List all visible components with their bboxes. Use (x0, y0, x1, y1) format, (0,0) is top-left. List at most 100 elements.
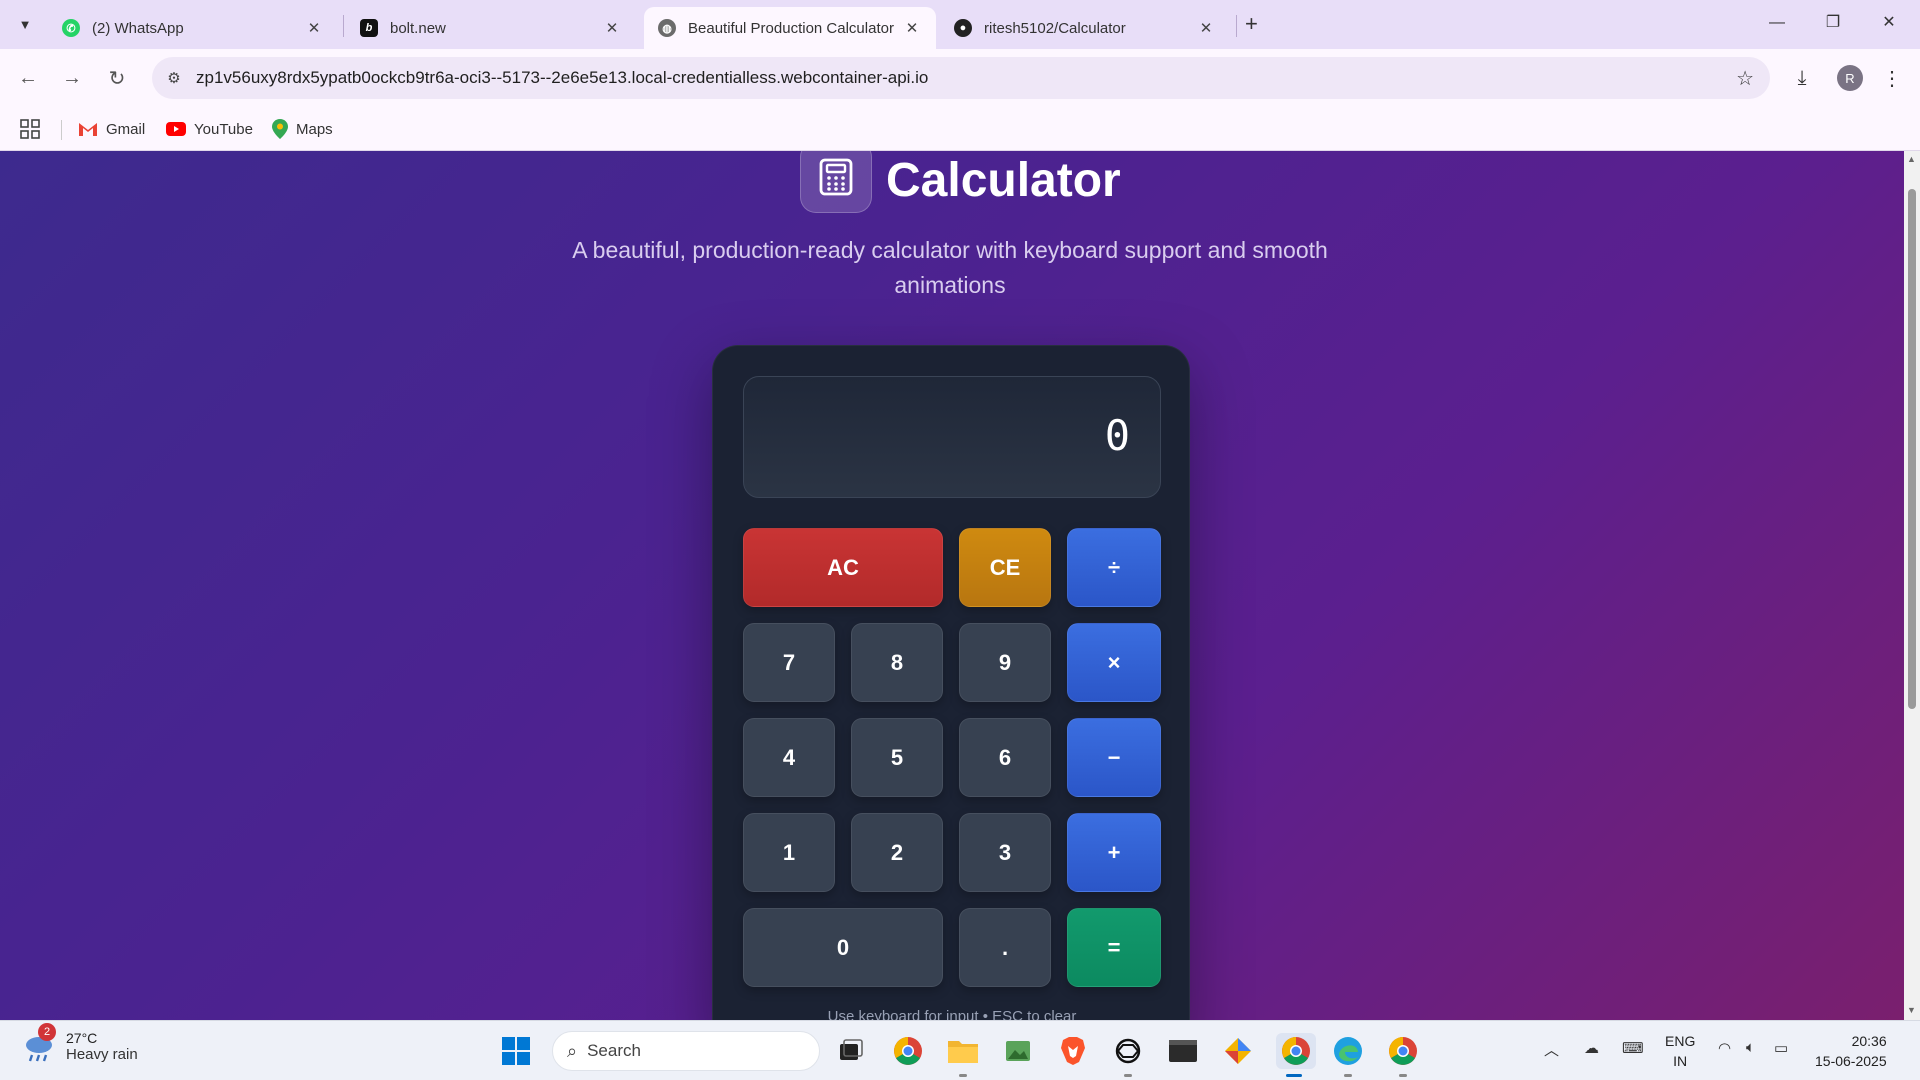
brave-lion-icon (1061, 1037, 1085, 1065)
notification-badge: 2 (38, 1023, 56, 1041)
terminal-icon (1169, 1040, 1197, 1062)
volume-icon[interactable]: 🔈︎ (1746, 1039, 1755, 1056)
digit-3-button[interactable]: 3 (959, 813, 1051, 892)
restore-button[interactable]: ❐ (1810, 8, 1856, 38)
wifi-icon[interactable]: ◠ (1718, 1039, 1731, 1057)
address-bar[interactable]: ⚙ zp1v56uxy8rdx5ypatb0ockcb9tr6a-oci3--5… (152, 57, 1770, 99)
clear-entry-button[interactable]: CE (959, 528, 1051, 607)
reload-button[interactable]: ↻ (101, 62, 133, 94)
edge-app[interactable] (1330, 1033, 1366, 1077)
brave-app[interactable] (1055, 1033, 1091, 1069)
digit-9-button[interactable]: 9 (959, 623, 1051, 702)
browser-menu-button[interactable]: ⋮ (1876, 62, 1908, 94)
scrollbar-thumb[interactable] (1908, 189, 1916, 709)
digit-6-button[interactable]: 6 (959, 718, 1051, 797)
tab-label: ritesh5102/Calculator (984, 19, 1126, 37)
digit-5-button[interactable]: 5 (851, 718, 943, 797)
downloads-button[interactable]: ⤓ (1784, 62, 1820, 94)
calculator-display: 0 (743, 376, 1161, 498)
tab-github[interactable]: ● ritesh5102/Calculator ✕ (940, 7, 1230, 49)
tab-calculator[interactable]: ◍ Beautiful Production Calculator ✕ (644, 7, 936, 49)
scroll-up-icon[interactable]: ▲ (1907, 154, 1916, 164)
terminal-app[interactable] (1165, 1033, 1201, 1069)
tab-search-button[interactable]: ▼ (10, 9, 40, 39)
github-icon: ● (954, 19, 972, 37)
chevron-down-icon: ▼ (18, 16, 32, 32)
battery-icon[interactable]: ▭ (1774, 1039, 1788, 1057)
bookmark-star-icon[interactable]: ☆ (1736, 66, 1754, 91)
system-clock[interactable]: 20:36 15-06-2025 (1815, 1031, 1887, 1071)
tab-label: (2) WhatsApp (92, 19, 184, 37)
photos-app[interactable] (1000, 1033, 1036, 1069)
new-tab-button[interactable]: + (1245, 11, 1258, 37)
tab-label: Beautiful Production Calculator (688, 19, 894, 37)
minimize-button[interactable]: — (1754, 8, 1800, 38)
url-text: zp1v56uxy8rdx5ypatb0ockcb9tr6a-oci3--517… (196, 68, 929, 87)
taskbar-search[interactable]: ⌕ Search (552, 1031, 820, 1071)
globe-icon: ◍ (658, 19, 676, 37)
onedrive-cloud-icon[interactable]: ☁ (1584, 1039, 1599, 1057)
bookmark-gmail[interactable]: Gmail (78, 116, 145, 142)
add-button[interactable]: + (1067, 813, 1161, 892)
back-button[interactable]: ← (12, 62, 44, 94)
file-explorer-app[interactable] (945, 1033, 981, 1077)
language-indicator[interactable]: ENG IN (1665, 1031, 1695, 1071)
multiply-button[interactable]: × (1067, 623, 1161, 702)
reload-icon: ↻ (108, 67, 126, 90)
close-icon[interactable]: ✕ (602, 19, 622, 37)
chevron-up-icon[interactable]: ︿ (1544, 1039, 1559, 1060)
digit-8-button[interactable]: 8 (851, 623, 943, 702)
calculator-page: Calculator A beautiful, production-ready… (0, 151, 1904, 1020)
page-scrollbar[interactable]: ▲ ▼ (1904, 151, 1920, 1020)
close-icon[interactable]: ✕ (1196, 19, 1216, 37)
divide-button[interactable]: ÷ (1067, 528, 1161, 607)
tab-bolt[interactable]: b bolt.new ✕ (346, 7, 636, 49)
keyboard-icon[interactable]: ⌨ (1622, 1039, 1644, 1057)
browser-toolbar: ← → ↻ ⚙ zp1v56uxy8rdx5ypatb0ockcb9tr6a-o… (0, 49, 1920, 108)
decimal-button[interactable]: . (959, 908, 1051, 987)
all-clear-button[interactable]: AC (743, 528, 943, 607)
task-view-button[interactable] (833, 1033, 869, 1069)
close-icon[interactable]: ✕ (304, 19, 324, 37)
apps-button[interactable] (20, 116, 40, 142)
bookmark-maps[interactable]: Maps (272, 116, 333, 142)
youtube-icon (166, 122, 186, 136)
start-button[interactable] (498, 1033, 534, 1069)
digit-2-button[interactable]: 2 (851, 813, 943, 892)
openai-icon (1115, 1038, 1141, 1064)
chrome-icon (1389, 1037, 1417, 1065)
digit-0-button[interactable]: 0 (743, 908, 943, 987)
bookmark-youtube[interactable]: YouTube (166, 116, 253, 142)
clock-date: 15-06-2025 (1815, 1053, 1887, 1069)
digit-7-button[interactable]: 7 (743, 623, 835, 702)
chatgpt-app[interactable] (1110, 1033, 1146, 1077)
window-close-button[interactable]: ✕ (1866, 8, 1912, 38)
bookmark-divider (61, 120, 62, 140)
equals-button[interactable]: = (1067, 908, 1161, 987)
calculator-logo (800, 151, 872, 213)
tab-whatsapp[interactable]: ✆ (2) WhatsApp ✕ (48, 7, 338, 49)
chrome-profile-app[interactable] (1276, 1033, 1316, 1077)
close-icon[interactable]: ✕ (902, 19, 922, 37)
arrow-right-icon: → (62, 66, 82, 89)
site-info-icon[interactable]: ⚙ (152, 69, 196, 87)
apps-grid-icon (20, 119, 40, 139)
gmail-icon (78, 121, 98, 137)
tab-divider (343, 15, 344, 37)
download-icon: ⤓ (1797, 66, 1807, 89)
windows-logo-icon (502, 1037, 530, 1065)
subtract-button[interactable]: − (1067, 718, 1161, 797)
page-title: Calculator (886, 154, 1121, 207)
digit-4-button[interactable]: 4 (743, 718, 835, 797)
chrome-icon (894, 1037, 922, 1065)
weather-widget[interactable]: 2 27°C Heavy rain (22, 1023, 138, 1063)
digit-1-button[interactable]: 1 (743, 813, 835, 892)
scroll-down-icon[interactable]: ▼ (1907, 1005, 1916, 1015)
chrome-app[interactable] (890, 1033, 926, 1069)
profile-button[interactable]: R (1832, 62, 1868, 94)
forward-button[interactable]: → (56, 62, 88, 94)
git-app[interactable] (1220, 1033, 1256, 1069)
bookmark-label: YouTube (194, 120, 253, 138)
chrome-app-2[interactable] (1385, 1033, 1421, 1077)
region-code: IN (1673, 1053, 1688, 1069)
